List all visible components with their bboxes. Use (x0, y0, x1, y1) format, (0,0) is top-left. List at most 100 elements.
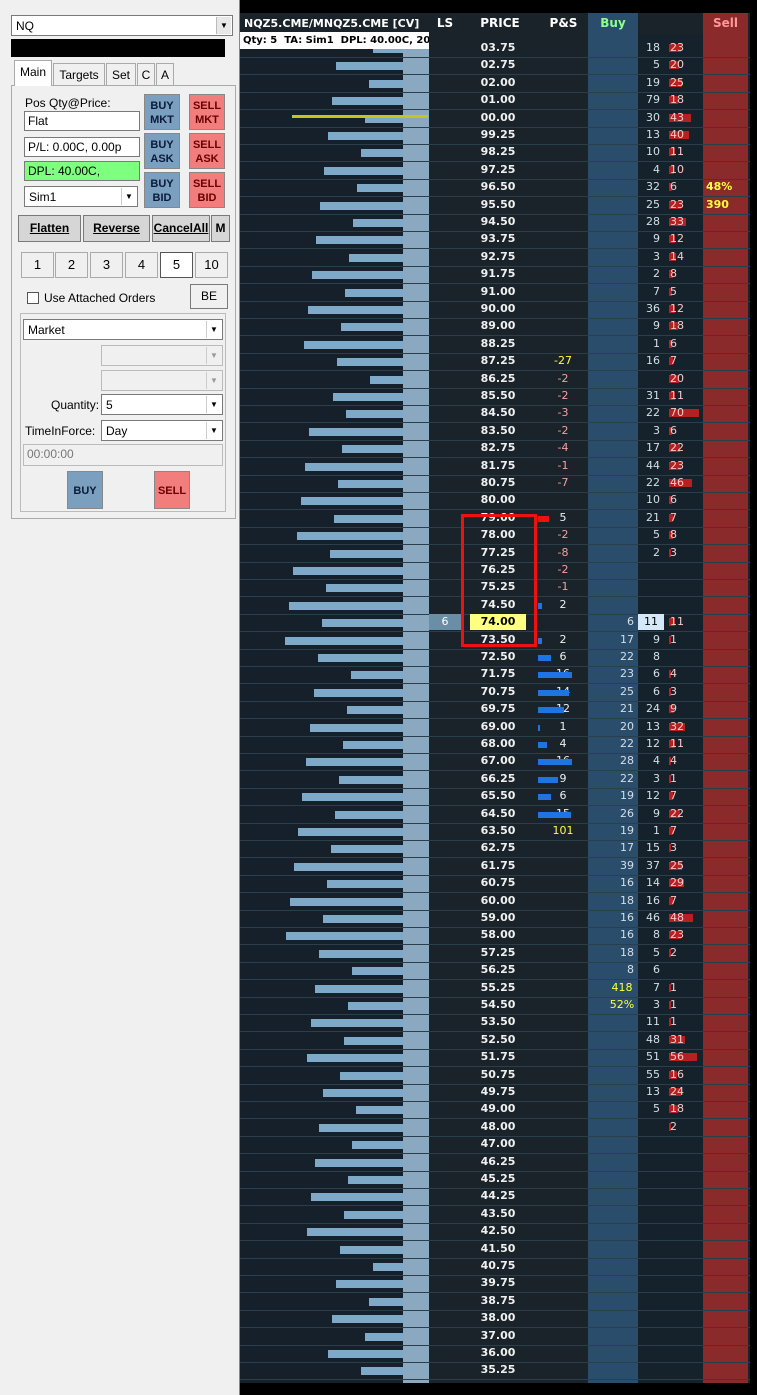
ladder-row[interactable]: 89.00 9 18 (240, 318, 750, 337)
price-cell[interactable]: 86.25 (470, 371, 526, 387)
bid-cell[interactable]: 10 (620, 144, 660, 160)
qty-preset-2[interactable]: 2 (55, 252, 88, 278)
ask-cell[interactable]: 9 (670, 701, 692, 717)
ask-cell[interactable]: 3 (670, 840, 692, 856)
price-cell[interactable]: 76.25 (470, 562, 526, 578)
ladder-row[interactable]: 38.00 (240, 1310, 750, 1329)
ladder-row[interactable]: 87.25 -27 16 7 (240, 353, 750, 372)
bid-cell[interactable]: 2 (620, 266, 660, 282)
flatten-button[interactable]: Flatten (18, 215, 81, 242)
ladder-row[interactable]: 02.75 5 20 (240, 57, 750, 76)
price-cell[interactable]: 79.00 (470, 510, 526, 526)
bid-cell[interactable]: 16 (620, 353, 660, 369)
ladder-row[interactable]: 71.75162364 (240, 666, 750, 685)
bid-cell[interactable]: 1 (620, 336, 660, 352)
price-cell[interactable]: 95.50 (470, 197, 526, 213)
bid-cell[interactable]: 31 (620, 388, 660, 404)
sell-market-button[interactable]: SELL MKT (189, 94, 225, 130)
ask-cell[interactable]: 12 (670, 231, 692, 247)
qty-preset-1[interactable]: 1 (21, 252, 54, 278)
ladder-row[interactable]: 41.50 (240, 1241, 750, 1259)
tab-main[interactable]: Main (14, 60, 52, 86)
bid-cell[interactable]: 5 (620, 527, 660, 543)
bid-cell[interactable]: 22 (620, 405, 660, 421)
ask-cell[interactable]: 33 (670, 214, 692, 230)
ladder-row[interactable]: 83.50 -2 3 6 (240, 423, 750, 441)
price-cell[interactable]: 49.75 (470, 1084, 526, 1100)
ladder-row[interactable]: 37.00 (240, 1328, 750, 1346)
ladder-row[interactable]: 56.25 8 6 (240, 962, 750, 981)
ladder-row[interactable]: 79.00 5 21 7 (240, 510, 750, 528)
ladder-row[interactable]: 45.25 (240, 1171, 750, 1189)
ask-cell[interactable]: 11 (670, 144, 692, 160)
ask-cell[interactable]: 1 (670, 980, 692, 996)
ask-cell[interactable]: 20 (670, 371, 692, 387)
ladder-row[interactable]: 54.50 52% 3 1 (240, 997, 750, 1015)
price-cell[interactable]: 02.00 (470, 75, 526, 91)
ladder-row[interactable]: 58.00 16 8 23 (240, 927, 750, 946)
price-cell[interactable]: 84.50 (470, 405, 526, 421)
price-cell[interactable]: 60.00 (470, 893, 526, 909)
buy-header[interactable]: Buy (588, 13, 638, 34)
ladder-row[interactable]: 72.50 6 22 8 (240, 649, 750, 667)
ladder-row[interactable]: 52.50 48 31 (240, 1032, 750, 1050)
price-cell[interactable]: 89.00 (470, 318, 526, 334)
ladder-row[interactable]: 69.751221249 (240, 701, 750, 720)
ask-cell[interactable]: 16 (670, 1067, 692, 1083)
ladder-row[interactable]: 77.25 -8 2 3 (240, 545, 750, 563)
ask-cell[interactable]: 23 (670, 197, 692, 213)
ask-cell[interactable]: 1 (670, 632, 692, 648)
bid-cell[interactable]: 44 (620, 458, 660, 474)
ask-cell[interactable]: 23 (670, 927, 692, 943)
tab-a[interactable]: A (156, 63, 174, 85)
reverse-button[interactable]: Reverse (83, 215, 150, 242)
price-cell[interactable]: 65.50 (470, 788, 526, 804)
bid-cell[interactable]: 7 (620, 980, 660, 996)
bid-cell[interactable]: 17 (620, 440, 660, 456)
ladder-row[interactable]: 78.00 -2 5 8 (240, 527, 750, 546)
price-cell[interactable]: 88.25 (470, 336, 526, 352)
bid-cell[interactable]: 22 (620, 475, 660, 491)
bid-cell[interactable]: 4 (620, 162, 660, 178)
bid-cell[interactable]: 5 (620, 1101, 660, 1117)
ask-cell[interactable]: 18 (670, 92, 692, 108)
ladder-row[interactable]: 70.75142563 (240, 684, 750, 702)
price-cell[interactable]: 41.50 (470, 1241, 526, 1257)
order-sell-button[interactable]: SELL (154, 471, 190, 509)
bid-cell[interactable]: 5 (620, 945, 660, 961)
price-cell[interactable]: 81.75 (470, 458, 526, 474)
m-button[interactable]: M (211, 215, 230, 242)
bid-cell[interactable]: 9 (620, 231, 660, 247)
ask-cell[interactable]: 32 (670, 719, 692, 735)
ladder-row[interactable]: 35.25 (240, 1362, 750, 1381)
bid-cell[interactable]: 4 (620, 753, 660, 769)
tab-c[interactable]: C (137, 63, 155, 85)
price-cell[interactable]: 38.75 (470, 1293, 526, 1309)
ladder-row[interactable]: 96.50 32 6 48% (240, 179, 750, 198)
bid-cell[interactable]: 2 (620, 545, 660, 561)
be-button[interactable]: BE (190, 284, 228, 309)
ask-cell[interactable]: 7 (670, 788, 692, 804)
ladder-row[interactable]: 42.50 (240, 1223, 750, 1242)
ask-cell[interactable]: 46 (670, 475, 692, 491)
order-buy-button[interactable]: BUY (67, 471, 103, 509)
ladder-row[interactable]: 61.75 39 37 25 (240, 858, 750, 876)
ladder-row[interactable]: 69.00 1 20 13 32 (240, 719, 750, 737)
price-cell[interactable]: 99.25 (470, 127, 526, 143)
ladder-row[interactable]: 68.00 4 22 12 11 (240, 736, 750, 754)
ask-cell[interactable]: 29 (670, 875, 692, 891)
ladder-row[interactable]: 43.50 (240, 1206, 750, 1224)
ask-cell[interactable]: 6 (670, 179, 692, 195)
bid-cell[interactable]: 8 (620, 927, 660, 943)
buy-market-button[interactable]: BUY MKT (144, 94, 180, 130)
bid-cell[interactable]: 9 (620, 806, 660, 822)
ask-cell[interactable]: 22 (670, 806, 692, 822)
bid-cell[interactable]: 6 (620, 684, 660, 700)
ladder-row[interactable]: 80.75 -7 22 46 (240, 475, 750, 493)
ladder-row[interactable]: 98.25 10 11 (240, 144, 750, 163)
qty-preset-4[interactable]: 4 (125, 252, 158, 278)
price-cell[interactable]: 72.50 (470, 649, 526, 665)
price-cell[interactable]: 60.75 (470, 875, 526, 891)
ladder-row[interactable]: 73.50 2 17 9 1 (240, 632, 750, 650)
bid-cell[interactable]: 11 (620, 1014, 660, 1030)
